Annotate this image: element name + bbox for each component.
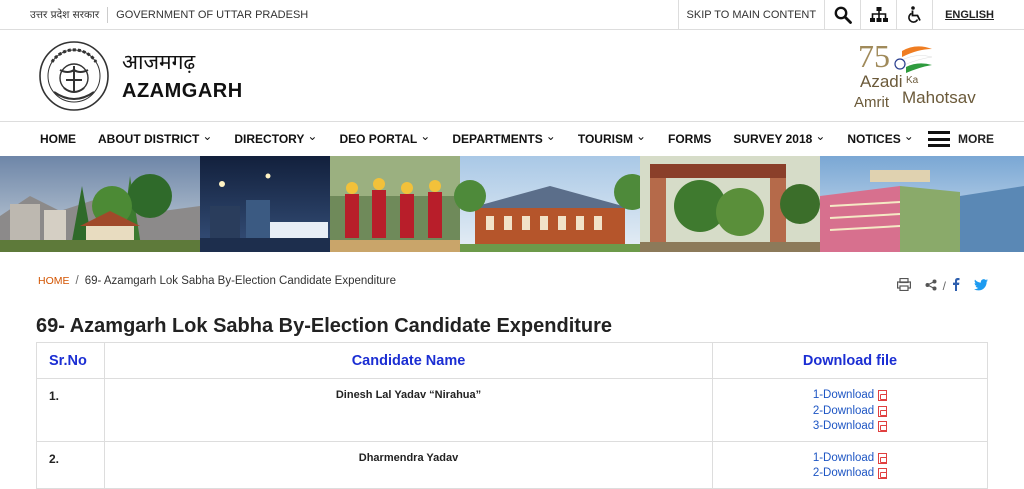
breadcrumb-current: 69- Azamgarh Lok Sabha By-Election Candi… bbox=[84, 275, 397, 287]
brand[interactable]: आजमगढ़ AZAMGARH bbox=[38, 40, 243, 112]
breadcrumb-home-link[interactable]: HOME bbox=[38, 275, 70, 287]
download-label: 1-Download bbox=[812, 451, 875, 464]
breadcrumb-separator: / bbox=[75, 275, 79, 287]
hamburger-icon bbox=[928, 131, 950, 147]
column-header-download-file: Download file bbox=[712, 342, 988, 379]
svg-text:Mahotsav: Mahotsav bbox=[902, 88, 976, 107]
print-icon[interactable] bbox=[896, 277, 911, 294]
govt-link[interactable]: GOVERNMENT OF UTTAR PRADESH bbox=[108, 9, 316, 21]
language-toggle[interactable]: ENGLISH bbox=[932, 0, 1024, 29]
page-title: 69- Azamgarh Lok Sabha By-Election Candi… bbox=[36, 315, 613, 337]
table-row: 2. Dharmendra Yadav 1-Download 2-Download bbox=[36, 440, 988, 489]
breadcrumb: HOME / 69- Azamgarh Lok Sabha By-Electio… bbox=[38, 275, 396, 287]
svg-text:Ka: Ka bbox=[906, 75, 919, 86]
govt-links: उत्तर प्रदेश सरकार GOVERNMENT OF UTTAR P… bbox=[30, 0, 316, 29]
nav-item-label: DEO PORTAL bbox=[339, 132, 418, 146]
pdf-icon bbox=[878, 390, 888, 402]
table-header-row: Sr.No Candidate Name Download file bbox=[36, 342, 988, 379]
share-icon[interactable] bbox=[925, 279, 937, 294]
breadcrumb-bar: HOME / 69- Azamgarh Lok Sabha By-Electio… bbox=[0, 252, 1024, 310]
brand-text: आजमगढ़ AZAMGARH bbox=[122, 48, 243, 103]
nav-item-label: SURVEY 2018 bbox=[733, 132, 813, 146]
column-header-sr-no: Sr.No bbox=[36, 342, 105, 379]
download-cell: 1-Download 2-Download bbox=[712, 440, 988, 489]
accessibility-tools: SKIP TO MAIN CONTENT ENGLISH bbox=[677, 0, 1024, 29]
hindi-govt-link[interactable]: उत्तर प्रदेश सरकार bbox=[30, 8, 107, 22]
chevron-down-icon: ⌄ bbox=[420, 129, 431, 143]
pdf-icon bbox=[878, 468, 888, 480]
download-link[interactable]: 1-Download bbox=[713, 451, 987, 467]
facebook-icon[interactable] bbox=[952, 278, 960, 294]
nav-item-label: NOTICES bbox=[847, 132, 901, 146]
search-icon[interactable] bbox=[824, 0, 860, 29]
nav-item-label: TOURISM bbox=[577, 132, 633, 146]
chevron-down-icon: ⌄ bbox=[307, 129, 318, 143]
district-name: AZAMGARH bbox=[122, 80, 243, 102]
nav-item-label: HOME bbox=[40, 132, 76, 146]
download-label: 2-Download bbox=[812, 467, 875, 479]
download-link[interactable]: 2-Download bbox=[713, 466, 987, 482]
chevron-down-icon: ⌄ bbox=[635, 129, 647, 143]
nav-item-directory[interactable]: DIRECTORY ⌄ bbox=[234, 129, 318, 146]
pdf-icon bbox=[878, 452, 888, 464]
nav-item-tourism[interactable]: TOURISM ⌄ bbox=[577, 129, 647, 146]
column-header-candidate-name: Candidate Name bbox=[104, 342, 713, 379]
banner-image bbox=[0, 156, 1024, 252]
up-govt-emblem-logo bbox=[39, 40, 109, 111]
candidate-name-cell: Dinesh Lal Yadav “Nirahua” bbox=[104, 378, 713, 442]
chevron-down-icon: ⌄ bbox=[202, 129, 213, 143]
share-separator: / bbox=[942, 279, 946, 293]
svg-text:75: 75 bbox=[858, 38, 890, 74]
sitemap-icon[interactable] bbox=[860, 0, 896, 29]
sr-no-cell: 2. bbox=[36, 440, 105, 489]
download-label: 2-Download bbox=[812, 404, 875, 417]
site-header: आजमगढ़ AZAMGARH 75 Azadi Ka Amrit Mahots… bbox=[0, 30, 1024, 122]
accessibility-icon[interactable] bbox=[896, 0, 932, 29]
banner-collage bbox=[0, 156, 1024, 252]
nav-item-notices[interactable]: NOTICES ⌄ bbox=[847, 129, 914, 146]
svg-text:Amrit: Amrit bbox=[854, 94, 890, 111]
chevron-down-icon: ⌄ bbox=[545, 129, 556, 143]
page-tools: / bbox=[896, 268, 988, 294]
skip-to-main-link[interactable]: SKIP TO MAIN CONTENT bbox=[677, 0, 825, 29]
download-label: 3-Download bbox=[812, 420, 875, 432]
nav-item-survey-2018[interactable]: SURVEY 2018 ⌄ bbox=[733, 129, 826, 146]
nav-item-departments[interactable]: DEPARTMENTS ⌄ bbox=[452, 129, 556, 146]
main-nav: HOME ABOUT DISTRICT ⌄ DIRECTORY ⌄ DEO PORTAL ⌄… bbox=[0, 122, 1024, 156]
top-bar: उत्तर प्रदेश सरकार GOVERNMENT OF UTTAR P… bbox=[0, 0, 1024, 30]
nav-item-about-district[interactable]: ABOUT DISTRICT ⌄ bbox=[98, 129, 213, 146]
nav-item-label: DEPARTMENTS bbox=[452, 132, 543, 146]
nav-item-label: FORMS bbox=[668, 132, 712, 146]
expenditure-table: Sr.No Candidate Name Download file 1. Din… bbox=[36, 342, 988, 489]
district-name-hindi: आजमगढ़ bbox=[122, 50, 196, 74]
nav-item-forms[interactable]: FORMS bbox=[668, 132, 711, 146]
nav-item-label: ABOUT DISTRICT bbox=[98, 132, 200, 146]
candidate-name-cell: Dharmendra Yadav bbox=[104, 440, 713, 489]
download-link[interactable]: 1-Download bbox=[713, 388, 987, 404]
chevron-down-icon: ⌄ bbox=[903, 129, 914, 143]
more-label: MORE bbox=[958, 132, 994, 146]
download-label: 1-Download bbox=[812, 389, 875, 401]
download-cell: 1-Download 2-Download 3-Download bbox=[712, 378, 988, 442]
nav-item-home[interactable]: HOME bbox=[40, 132, 76, 146]
pdf-icon bbox=[878, 405, 888, 417]
svg-text:Azadi: Azadi bbox=[860, 72, 903, 91]
chevron-down-icon: ⌄ bbox=[815, 129, 826, 143]
twitter-icon[interactable] bbox=[974, 278, 988, 294]
sr-no-cell: 1. bbox=[36, 378, 105, 442]
download-link[interactable]: 2-Download bbox=[713, 404, 987, 420]
nav-item-deo-portal[interactable]: DEO PORTAL ⌄ bbox=[339, 129, 431, 146]
more-menu-button[interactable]: MORE bbox=[928, 131, 994, 147]
nav-item-label: DIRECTORY bbox=[234, 132, 305, 146]
table-row: 1. Dinesh Lal Yadav “Nirahua” 1-Download 2-… bbox=[36, 378, 988, 442]
azadi-ka-amrit-mahotsav-logo[interactable]: 75 Azadi Ka Amrit Mahotsav bbox=[854, 37, 994, 115]
pdf-icon bbox=[878, 421, 888, 433]
download-link[interactable]: 3-Download bbox=[713, 419, 987, 435]
